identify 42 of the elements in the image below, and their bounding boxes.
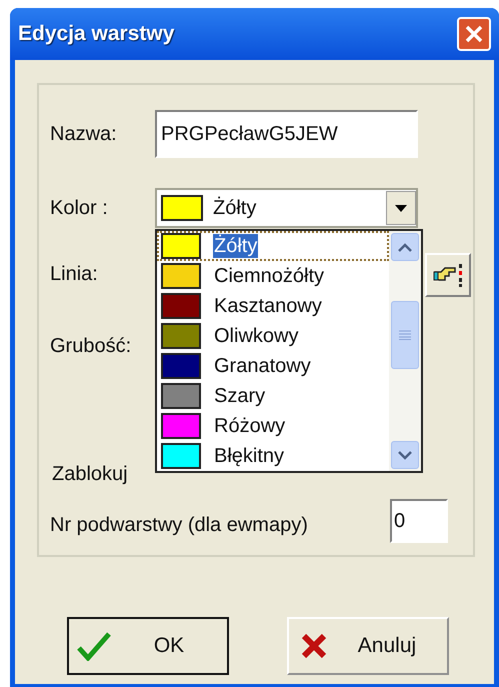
color-option[interactable]: Kasztanowy — [157, 291, 389, 321]
name-field[interactable]: PRGPecławG5JEW — [155, 110, 418, 158]
grip-icon — [399, 330, 411, 340]
color-option[interactable]: Błękitny — [157, 441, 389, 471]
cross-icon — [301, 633, 327, 659]
scroll-up-button[interactable] — [391, 233, 419, 261]
pick-button[interactable] — [425, 253, 471, 297]
cancel-button[interactable]: Anuluj — [287, 617, 449, 675]
sublayer-label: Nr podwarstwy (dla ewmapy) — [50, 513, 308, 538]
scroll-thumb[interactable] — [391, 301, 419, 369]
color-name: Żółty — [213, 234, 258, 258]
caret-icon — [395, 204, 407, 212]
color-name: Różowy — [213, 414, 286, 438]
color-name: Błękitny — [213, 444, 286, 468]
color-option[interactable]: Oliwkowy — [157, 321, 389, 351]
color-option[interactable]: Ciemnożółty — [157, 261, 389, 291]
color-name: Ciemnożółty — [213, 264, 326, 288]
dropdown-arrow-button[interactable] — [386, 191, 416, 225]
scroll-down-button[interactable] — [391, 441, 419, 469]
color-name: Granatowy — [213, 354, 312, 378]
scrollbar[interactable] — [389, 231, 421, 471]
color-option[interactable]: Granatowy — [157, 351, 389, 381]
color-name: Szary — [213, 384, 266, 408]
checkmark-icon — [77, 631, 111, 661]
line-label: Linia: — [50, 262, 98, 287]
color-dropdown[interactable]: Żółty — [155, 188, 418, 228]
close-icon — [464, 24, 484, 44]
color-name: Kasztanowy — [213, 294, 323, 318]
sublayer-field[interactable]: 0 — [390, 499, 448, 543]
color-name: Oliwkowy — [213, 324, 300, 348]
selected-color-text: Żółty — [213, 196, 258, 221]
thickness-label: Grubość: — [50, 334, 132, 359]
pointing-hand-icon — [433, 262, 463, 288]
close-button[interactable] — [457, 17, 491, 51]
name-label: Nazwa: — [50, 122, 117, 147]
color-label: Kolor : — [50, 196, 108, 221]
color-option[interactable]: Żółty — [157, 231, 389, 261]
window-title: Edycja warstwy — [18, 21, 174, 48]
lock-label: Zablokuj — [52, 462, 128, 487]
color-option[interactable]: Szary — [157, 381, 389, 411]
color-option[interactable]: Różowy — [157, 411, 389, 441]
ok-button[interactable]: OK — [67, 617, 229, 675]
